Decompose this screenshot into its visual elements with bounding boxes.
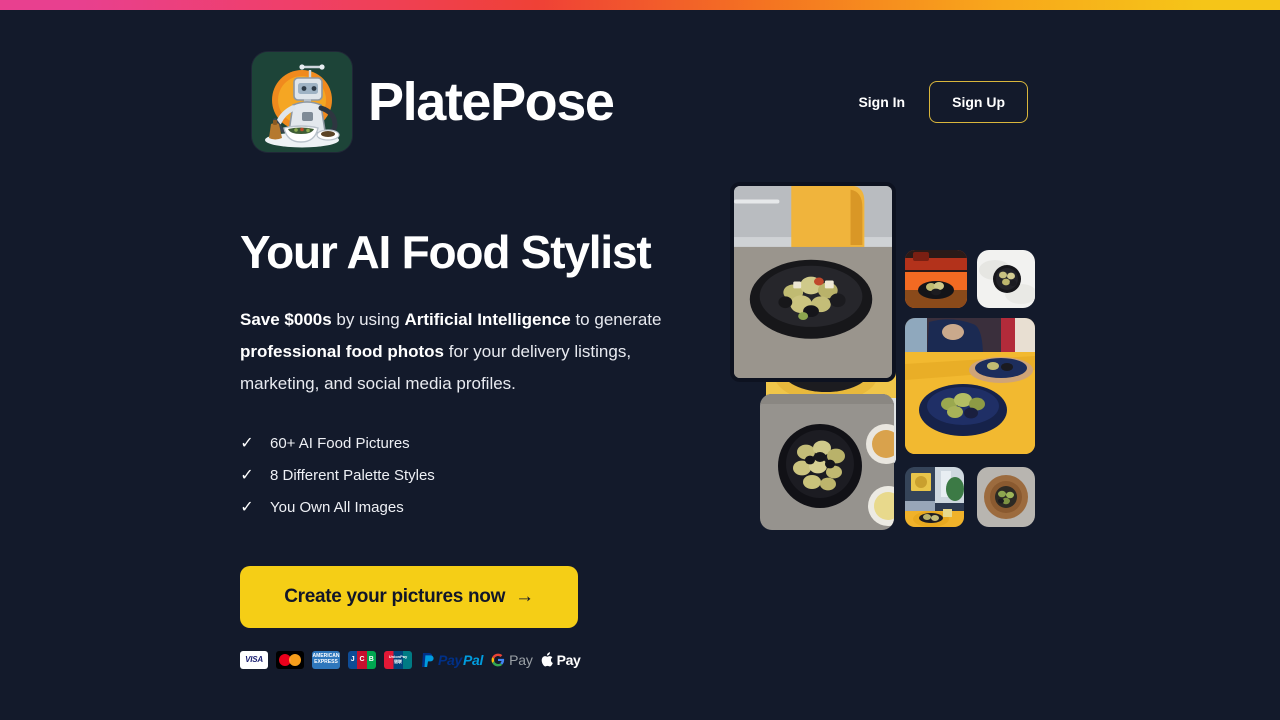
jcb-letter-b: B [366, 650, 376, 669]
apple-pay-label: Pay [556, 651, 581, 668]
hero-desc-text-1: by using [331, 309, 405, 329]
list-item: ✓ 8 Different Palette Styles [240, 460, 710, 492]
feature-label: 60+ AI Food Pictures [270, 435, 410, 453]
brand-logo-group[interactable]: PlatePose [252, 52, 615, 152]
collage-image-blue-bowl[interactable] [905, 318, 1035, 454]
hero-desc-bold-photos: professional food photos [240, 341, 444, 361]
apple-logo-icon [541, 652, 553, 667]
google-pay-label: Pay [509, 651, 533, 668]
page-title: Your AI Food Stylist [240, 226, 652, 278]
jcb-letter-c: C [357, 650, 367, 669]
create-pictures-cta-button[interactable]: Create your pictures now → [240, 565, 578, 628]
visa-icon: VISA [240, 650, 268, 669]
collage-image-thumb-interior[interactable] [905, 467, 964, 527]
hero-content: Your AI Food Stylist Save $000s by using… [240, 226, 710, 670]
site-header: PlatePose Sign In Sign Up [252, 52, 1028, 152]
top-gradient-bar [0, 0, 1280, 10]
feature-list: ✓ 60+ AI Food Pictures ✓ 8 Different Pal… [240, 428, 710, 524]
check-icon: ✓ [240, 466, 254, 484]
jcb-letter-j: J [348, 650, 358, 669]
unionpay-line-2: 银联 [393, 658, 402, 664]
paypal-word-pay: Pay [438, 651, 463, 668]
google-g-icon [491, 653, 505, 667]
collage-image-hero-bowl[interactable] [730, 182, 896, 382]
collage-image-gray-topdown[interactable] [760, 394, 894, 530]
paypal-word-pal: Pal [463, 651, 484, 668]
mastercard-right-circle [289, 653, 301, 666]
check-icon: ✓ [240, 434, 254, 452]
paypal-glyph-icon [422, 652, 434, 667]
check-icon: ✓ [240, 498, 254, 516]
hero-desc-bold-ai: Artificial Intelligence [404, 309, 571, 329]
sign-up-button[interactable]: Sign Up [929, 81, 1028, 123]
header-actions: Sign In Sign Up [858, 81, 1028, 123]
paypal-icon: Pay Pal [420, 652, 483, 668]
feature-label: You Own All Images [270, 499, 404, 517]
collage-image-thumb-warm[interactable] [905, 250, 967, 308]
robot-chef-logo-icon [252, 52, 352, 152]
brand-name: PlatePose [368, 72, 615, 132]
payment-methods-row: VISA AMERICAN EXPRESS J C B UnionPay 银联 [240, 650, 710, 670]
amex-icon: AMERICAN EXPRESS [312, 650, 340, 669]
collage-image-thumb-white[interactable] [977, 250, 1035, 308]
list-item: ✓ You Own All Images [240, 492, 710, 524]
amex-line-2: EXPRESS [314, 658, 338, 665]
list-item: ✓ 60+ AI Food Pictures [240, 428, 710, 460]
mastercard-icon [276, 650, 304, 669]
hero-desc-bold-savings: Save $000s [240, 309, 332, 329]
collage-image-thumb-wood[interactable] [977, 467, 1035, 527]
hero-desc-text-2: to generate [570, 309, 662, 329]
apple-pay-icon: Pay [541, 652, 581, 668]
cta-label: Create your pictures now [284, 585, 506, 607]
feature-label: 8 Different Palette Styles [270, 467, 435, 485]
arrow-right-icon: → [515, 585, 534, 607]
google-pay-icon: Pay [491, 652, 533, 668]
sign-in-link[interactable]: Sign In [858, 94, 905, 110]
hero-description: Save $000s by using Artificial Intellige… [240, 304, 710, 400]
food-photo-collage [730, 182, 1040, 532]
unionpay-icon: UnionPay 银联 [384, 650, 412, 669]
jcb-icon: J C B [348, 650, 376, 669]
